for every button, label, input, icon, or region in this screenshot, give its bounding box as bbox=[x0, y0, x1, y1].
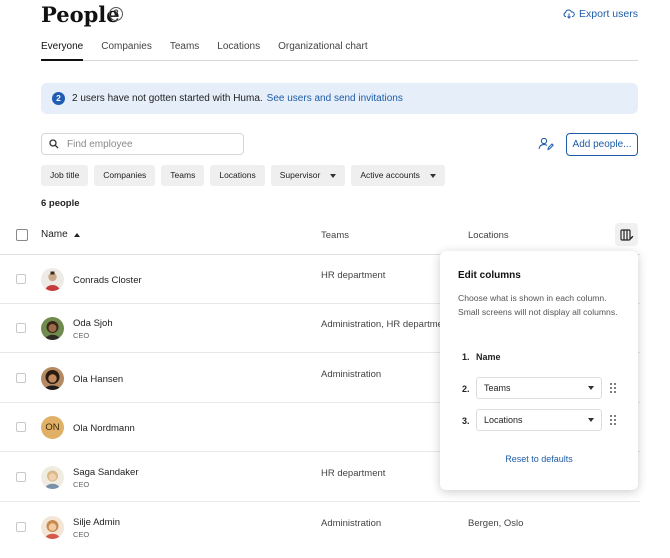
person-name[interactable]: Saga Sandaker bbox=[73, 467, 139, 478]
avatar bbox=[41, 466, 64, 489]
person-name[interactable]: Silje Admin bbox=[73, 517, 120, 528]
avatar bbox=[41, 367, 64, 390]
person-teams: HR department bbox=[321, 468, 386, 479]
sort-ascending-icon bbox=[74, 233, 80, 237]
filter-label: Active accounts bbox=[360, 170, 420, 180]
column-header-name[interactable]: Name bbox=[41, 229, 68, 240]
chevron-down-icon bbox=[588, 418, 594, 422]
row-checkbox[interactable] bbox=[16, 274, 26, 284]
column-header-locations: Locations bbox=[468, 230, 509, 241]
export-users-link[interactable]: Export users bbox=[563, 8, 638, 20]
tab-teams[interactable]: Teams bbox=[170, 41, 199, 61]
tab-locations[interactable]: Locations bbox=[217, 41, 260, 61]
person-locations: Bergen, Oslo bbox=[468, 518, 524, 529]
banner-text: 2 users have not gotten started with Hum… bbox=[72, 93, 263, 104]
edit-columns-popup: Edit columns Choose what is shown in eac… bbox=[440, 251, 638, 490]
column-number: 3. bbox=[462, 416, 470, 426]
row-checkbox[interactable] bbox=[16, 323, 26, 333]
page-title: People bbox=[41, 2, 120, 27]
user-edit-icon[interactable] bbox=[538, 137, 554, 151]
avatar-initials: ON bbox=[45, 422, 60, 433]
filter-label: Supervisor bbox=[279, 170, 321, 180]
person-name[interactable]: Ola Nordmann bbox=[73, 423, 135, 434]
avatar bbox=[41, 516, 64, 539]
person-name[interactable]: Oda Sjoh bbox=[73, 318, 113, 329]
filter-teams[interactable]: Teams bbox=[161, 165, 205, 186]
filter-locations[interactable]: Locations bbox=[210, 165, 265, 186]
column-2-select[interactable]: Teams bbox=[476, 377, 602, 399]
cloud-download-icon bbox=[563, 9, 575, 19]
column-number: 1. bbox=[462, 352, 470, 362]
chevron-down-icon bbox=[429, 173, 436, 178]
tab-organizational-chart[interactable]: Organizational chart bbox=[278, 41, 368, 61]
row-checkbox[interactable] bbox=[16, 373, 26, 383]
person-teams: Administration bbox=[321, 518, 382, 529]
search-icon bbox=[49, 139, 59, 149]
person-teams: HR department bbox=[321, 270, 386, 281]
columns-edit-icon bbox=[619, 228, 633, 241]
question-circle-icon[interactable]: ? bbox=[109, 7, 123, 21]
reset-to-defaults-link[interactable]: Reset to defaults bbox=[440, 454, 638, 464]
person-teams: Administration, HR department bbox=[321, 319, 451, 330]
popup-title: Edit columns bbox=[458, 270, 521, 281]
row-checkbox[interactable] bbox=[16, 472, 26, 482]
filter-label: Companies bbox=[103, 170, 147, 180]
add-people-button[interactable]: Add people... bbox=[566, 133, 638, 156]
invitation-banner: 2 2 users have not gotten started with H… bbox=[41, 83, 638, 114]
export-users-label: Export users bbox=[579, 8, 638, 20]
column-3-value: Locations bbox=[484, 415, 523, 425]
filter-active-accounts[interactable]: Active accounts bbox=[351, 165, 445, 186]
filter-bar: Job title Companies Teams Locations Supe… bbox=[41, 165, 445, 186]
tab-companies[interactable]: Companies bbox=[101, 41, 152, 61]
chevron-down-icon bbox=[330, 173, 337, 178]
person-role: CEO bbox=[73, 480, 90, 489]
person-teams: Administration bbox=[321, 369, 382, 380]
tab-bar: Everyone Companies Teams Locations Organ… bbox=[41, 41, 638, 61]
column-number: 2. bbox=[462, 384, 470, 394]
row-checkbox[interactable] bbox=[16, 522, 26, 532]
person-name[interactable]: Ola Hansen bbox=[73, 374, 123, 385]
avatar bbox=[41, 268, 64, 291]
filter-companies[interactable]: Companies bbox=[94, 165, 156, 186]
drag-handle-icon[interactable] bbox=[610, 383, 616, 393]
popup-description: Choose what is shown in each column. Sma… bbox=[458, 293, 618, 317]
people-count: 6 people bbox=[41, 198, 80, 209]
avatar: ON bbox=[41, 416, 64, 439]
column-name-fixed: Name bbox=[476, 352, 501, 362]
filter-supervisor[interactable]: Supervisor bbox=[270, 165, 346, 186]
filter-label: Locations bbox=[219, 170, 256, 180]
search-input[interactable] bbox=[67, 138, 227, 150]
filter-label: Teams bbox=[170, 170, 196, 180]
filter-label: Job title bbox=[50, 170, 80, 180]
chevron-down-icon bbox=[588, 386, 594, 390]
edit-columns-button[interactable] bbox=[615, 223, 638, 246]
filter-job-title[interactable]: Job title bbox=[41, 165, 89, 186]
row-checkbox[interactable] bbox=[16, 422, 26, 432]
person-name[interactable]: Conrads Closter bbox=[73, 275, 142, 286]
banner-link[interactable]: See users and send invitations bbox=[267, 93, 403, 104]
search-box bbox=[41, 133, 244, 155]
person-role: CEO bbox=[73, 331, 90, 340]
tab-everyone[interactable]: Everyone bbox=[41, 41, 84, 61]
drag-handle-icon[interactable] bbox=[610, 415, 616, 425]
table-row[interactable]: Silje Admin CEO Administration Bergen, O… bbox=[0, 503, 640, 552]
column-header-teams: Teams bbox=[321, 230, 349, 241]
info-count-icon: 2 bbox=[52, 92, 65, 105]
column-2-value: Teams bbox=[484, 383, 511, 393]
select-all-checkbox[interactable] bbox=[16, 229, 28, 241]
column-3-select[interactable]: Locations bbox=[476, 409, 602, 431]
avatar bbox=[41, 317, 64, 340]
person-role: CEO bbox=[73, 530, 90, 539]
